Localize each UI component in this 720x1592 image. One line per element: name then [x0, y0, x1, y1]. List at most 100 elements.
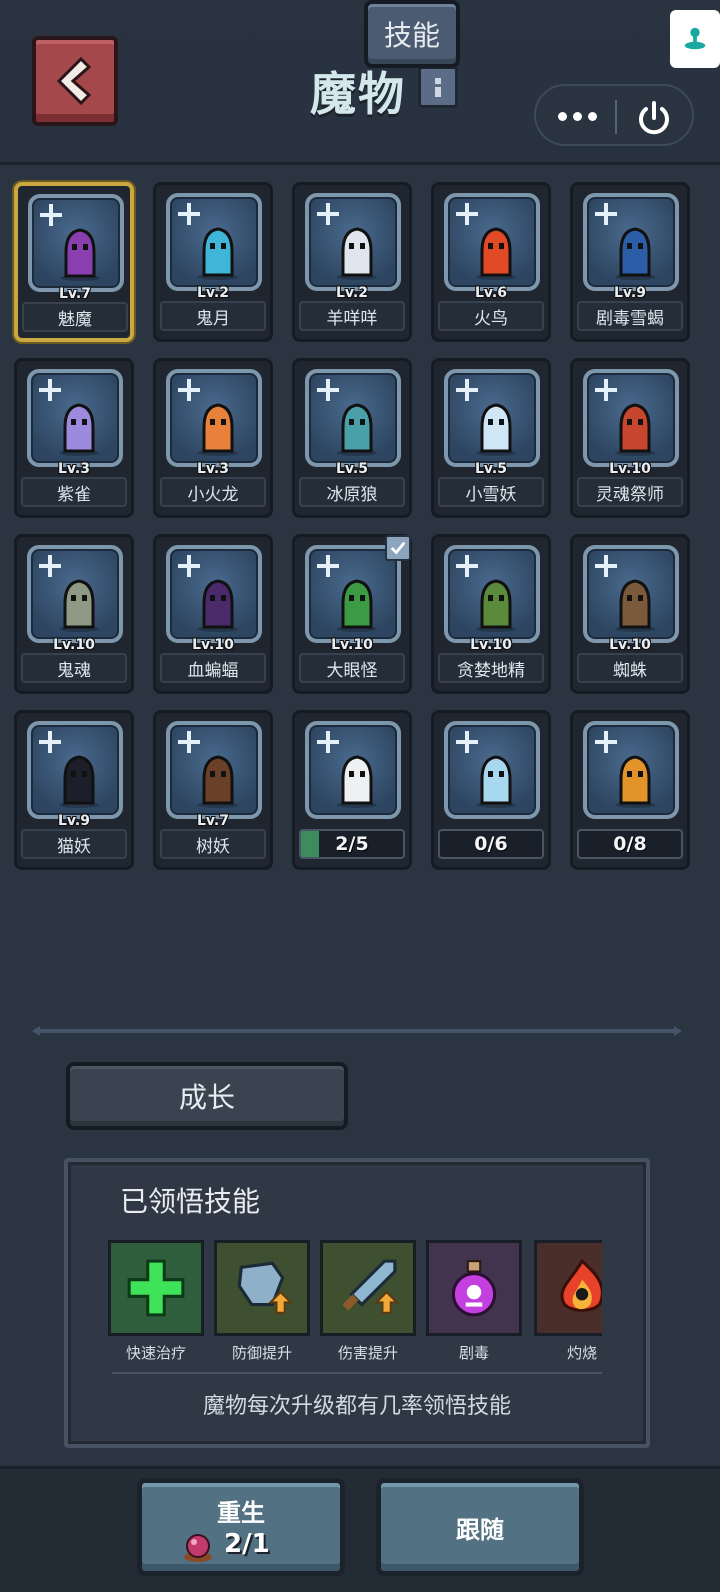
monster-card[interactable]: Lv.7 魅魔	[14, 182, 134, 342]
monster-level: Lv.3	[58, 461, 90, 477]
shield-up-icon	[214, 1240, 310, 1336]
floating-helper-icon[interactable]	[670, 10, 720, 68]
monster-level: Lv.2	[197, 285, 229, 301]
monster-sprite-icon	[337, 227, 377, 280]
monster-portrait	[27, 721, 123, 819]
monster-portrait	[583, 545, 679, 643]
monster-name: 猫妖	[21, 829, 127, 859]
skill-item[interactable]: 剧毒	[426, 1240, 522, 1363]
monster-card[interactable]: Lv.5 冰原狼	[292, 358, 412, 518]
monster-card[interactable]: Lv.2 羊咩咩	[292, 182, 412, 342]
tab-growth[interactable]: 成长	[66, 1062, 348, 1130]
follow-button[interactable]: 跟随	[376, 1478, 584, 1576]
monster-card[interactable]: Lv.9 剧毒雪蝎	[570, 182, 690, 342]
monster-level: Lv.2	[336, 285, 368, 301]
poison-potion-icon	[426, 1240, 522, 1336]
monster-name: 魅魔	[22, 302, 128, 332]
monster-sprite-icon	[198, 403, 238, 456]
monster-portrait	[583, 721, 679, 819]
monster-card[interactable]: Lv.10 大眼怪	[292, 534, 412, 694]
unlock-progress-bar: 0/6	[438, 829, 544, 859]
monster-sprite-icon	[198, 579, 238, 632]
monster-sprite-icon	[476, 755, 516, 808]
monster-portrait	[305, 193, 401, 291]
monster-level: Lv.10	[609, 637, 651, 653]
monster-name: 蜘蛛	[577, 653, 683, 683]
monster-portrait	[27, 545, 123, 643]
monster-sprite-icon	[59, 755, 99, 808]
capsule-separator	[615, 100, 617, 134]
monster-portrait	[305, 721, 401, 819]
skill-item[interactable]: 灼烧	[534, 1240, 602, 1363]
monster-name: 鬼月	[160, 301, 266, 331]
monster-card[interactable]: Lv.2 鬼月	[153, 182, 273, 342]
section-divider	[32, 1026, 682, 1036]
monster-level: Lv.7	[59, 286, 91, 302]
monster-card[interactable]: 2/5	[292, 710, 412, 870]
green-cross-icon	[108, 1240, 204, 1336]
monster-card[interactable]: Lv.6 火鸟	[431, 182, 551, 342]
rebirth-button[interactable]: 重生 2/1	[137, 1478, 345, 1576]
monster-level: Lv.10	[192, 637, 234, 653]
monster-name: 贪婪地精	[438, 653, 544, 683]
monster-card[interactable]: 0/6	[431, 710, 551, 870]
monster-card[interactable]: 0/8	[570, 710, 690, 870]
monster-sprite-icon	[476, 403, 516, 456]
monster-sprite-icon	[198, 755, 238, 808]
monster-portrait	[444, 193, 540, 291]
monster-card[interactable]: Lv.3 小火龙	[153, 358, 273, 518]
rebirth-label: 重生	[217, 1499, 265, 1527]
sword-up-icon	[320, 1240, 416, 1336]
monster-card[interactable]: Lv.7 树妖	[153, 710, 273, 870]
monster-level: Lv.10	[470, 637, 512, 653]
monster-portrait	[166, 369, 262, 467]
monster-level: Lv.7	[197, 813, 229, 829]
monster-level: Lv.10	[331, 637, 373, 653]
bottom-bar	[0, 1466, 720, 1592]
back-button[interactable]	[32, 36, 118, 126]
skill-item[interactable]: 快速治疗	[108, 1240, 204, 1363]
monster-portrait	[583, 193, 679, 291]
power-icon[interactable]	[634, 98, 674, 138]
monster-card[interactable]: Lv.10 蜘蛛	[570, 534, 690, 694]
monster-name: 火鸟	[438, 301, 544, 331]
monster-card[interactable]: Lv.10 贪婪地精	[431, 534, 551, 694]
monster-level: Lv.3	[197, 461, 229, 477]
monster-portrait	[27, 369, 123, 467]
progress-text: 2/5	[335, 833, 369, 855]
monster-sprite-icon	[337, 755, 377, 808]
skills-panel: 已领悟技能 快速治疗 防御提升 伤害提升 剧毒 灼烧 魔物每次升级都有几率领悟技…	[64, 1158, 650, 1448]
skill-list[interactable]: 快速治疗 防御提升 伤害提升 剧毒 灼烧	[108, 1240, 602, 1370]
monster-sprite-icon	[59, 403, 99, 456]
progress-text: 0/8	[613, 833, 647, 855]
monster-card[interactable]: Lv.9 猫妖	[14, 710, 134, 870]
monster-card[interactable]: Lv.10 血蝙蝠	[153, 534, 273, 694]
mini-program-capsule	[534, 84, 694, 146]
skill-tip-text: 魔物每次升级都有几率领悟技能	[202, 1394, 511, 1419]
monster-card[interactable]: Lv.3 紫雀	[14, 358, 134, 518]
monster-card[interactable]: Lv.10 鬼魂	[14, 534, 134, 694]
check-icon[interactable]	[385, 535, 411, 561]
monster-level: Lv.5	[336, 461, 368, 477]
fire-icon	[534, 1240, 602, 1336]
more-dots-icon[interactable]	[558, 104, 598, 128]
monster-level: Lv.6	[475, 285, 507, 301]
unlock-progress-bar: 0/8	[577, 829, 683, 859]
monster-portrait	[444, 369, 540, 467]
monster-level: Lv.9	[58, 813, 90, 829]
skill-item[interactable]: 防御提升	[214, 1240, 310, 1363]
monster-card[interactable]: Lv.10 灵魂祭师	[570, 358, 690, 518]
monster-card[interactable]: Lv.5 小雪妖	[431, 358, 551, 518]
monster-name: 大眼怪	[299, 653, 405, 683]
monster-sprite-icon	[476, 579, 516, 632]
monster-name: 灵魂祭师	[577, 477, 683, 507]
info-icon[interactable]	[418, 66, 458, 108]
monster-level: Lv.10	[609, 461, 651, 477]
panel-title: 已领悟技能	[120, 1185, 261, 1218]
skill-item[interactable]: 伤害提升	[320, 1240, 416, 1363]
monster-level: Lv.5	[475, 461, 507, 477]
tab-skills[interactable]: 技能	[364, 0, 460, 68]
monster-name: 小雪妖	[438, 477, 544, 507]
back-arrow-icon	[56, 57, 92, 105]
monster-portrait	[305, 369, 401, 467]
